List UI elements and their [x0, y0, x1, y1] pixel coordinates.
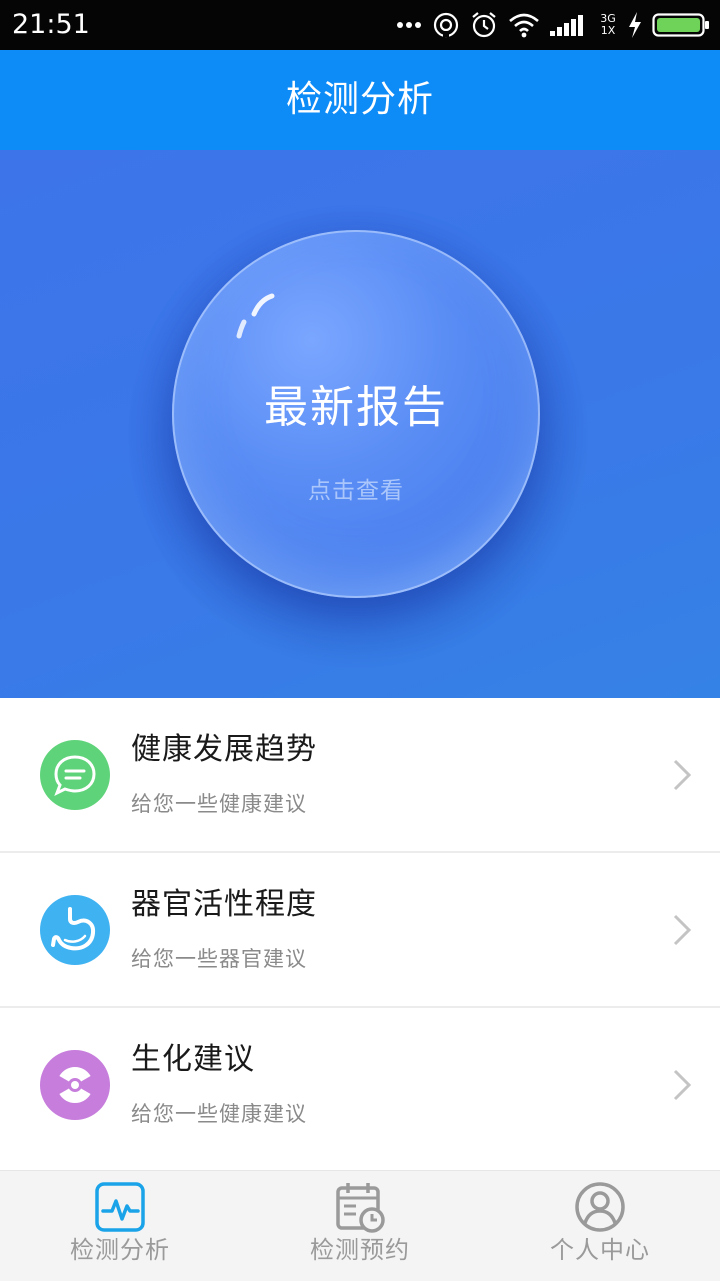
latest-report-title: 最新报告: [264, 382, 448, 433]
bottom-tab-bar: 检测分析 检测预约 个人中心: [0, 1170, 720, 1281]
app-header: 检测分析: [0, 50, 720, 150]
list-item-subtitle: 给您一些健康建议: [131, 1102, 307, 1126]
tab-detection-analysis[interactable]: 检测分析: [0, 1171, 240, 1281]
activity-monitor-icon: [95, 1182, 145, 1232]
list-item-organ-activity[interactable]: 器官活性程度 给您一些器官建议: [0, 853, 720, 1008]
list-item-health-trend[interactable]: 健康发展趋势 给您一些健康建议: [0, 698, 720, 853]
chevron-right-icon: [673, 914, 692, 946]
chevron-right-icon: [673, 1069, 692, 1101]
radiation-icon: [59, 1067, 91, 1104]
tab-detection-booking[interactable]: 检测预约: [240, 1171, 480, 1281]
list-item-biochemical-advice[interactable]: 生化建议 给您一些健康建议: [0, 1008, 720, 1168]
page-title: 检测分析: [285, 79, 434, 120]
tab-label: 检测预约: [310, 1236, 410, 1264]
status-icons: 3G 1X: [396, 0, 710, 50]
status-bar: 21:51 3G 1X: [0, 0, 720, 50]
signal-icon: [550, 15, 583, 36]
feature-list: 健康发展趋势 给您一些健康建议 器官活性程度 给您一些器官建议 生化建议 给您一…: [0, 698, 720, 1168]
bubble-highlight: [236, 293, 275, 339]
latest-report-subtitle: 点击查看: [308, 478, 404, 504]
charging-icon: [629, 12, 641, 38]
more-dots-icon: [397, 22, 421, 28]
list-item-title: 生化建议: [131, 1042, 255, 1077]
hero-banner: 最新报告 点击查看: [0, 150, 720, 698]
list-item-title: 器官活性程度: [131, 887, 317, 922]
chevron-right-icon: [673, 759, 692, 791]
biochemical-icon-badge: [40, 1050, 110, 1120]
tab-personal-center[interactable]: 个人中心: [480, 1171, 720, 1281]
alarm-icon: [472, 12, 496, 38]
status-time: 21:51: [12, 9, 90, 40]
network-type: 3G 1X: [598, 13, 618, 37]
organ-activity-icon-badge: [40, 895, 110, 965]
list-item-subtitle: 给您一些健康建议: [131, 792, 307, 816]
tab-label: 检测分析: [70, 1236, 170, 1264]
calendar-clock-icon: [336, 1183, 385, 1233]
chat-bubble-icon: [54, 755, 96, 797]
tab-label: 个人中心: [550, 1236, 650, 1264]
list-item-title: 健康发展趋势: [131, 732, 317, 767]
battery-icon: [652, 13, 709, 37]
health-trend-icon-badge: [40, 740, 110, 810]
stomach-icon: [51, 907, 96, 951]
network-type-bottom: 1X: [600, 24, 616, 37]
wifi-icon: [509, 13, 539, 38]
user-icon: [575, 1182, 625, 1232]
list-item-subtitle: 给您一些器官建议: [131, 947, 307, 971]
sync-icon: [433, 12, 459, 38]
